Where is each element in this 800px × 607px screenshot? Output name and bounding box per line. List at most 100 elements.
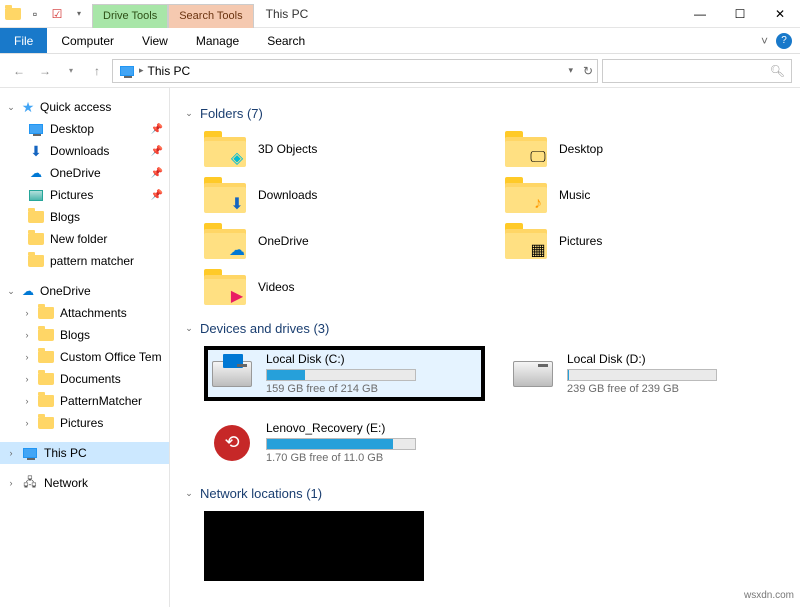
folder-item[interactable]: ◈ 3D Objects <box>204 131 485 167</box>
chevron-right-icon[interactable]: › <box>22 418 32 428</box>
search-input[interactable]: 🔍︎ <box>602 59 792 83</box>
chevron-down-icon[interactable]: ⌄ <box>184 323 194 334</box>
nav-recent-dropdown[interactable]: ▾ <box>60 60 82 82</box>
drive-free-text: 1.70 GB free of 11.0 GB <box>266 452 479 464</box>
sidebar-item[interactable]: › Custom Office Tem <box>0 346 169 368</box>
folder-label: Pictures <box>559 234 602 248</box>
drive-name: Lenovo_Recovery (E:) <box>266 421 479 435</box>
titlebar: ▫ ☑ ▾ Drive Tools Search Tools This PC —… <box>0 0 800 28</box>
sidebar-item[interactable]: ›PatternMatcher <box>0 390 169 412</box>
address-bar[interactable]: ▸ This PC ▾ ↻ <box>112 59 598 83</box>
address-location[interactable]: This PC <box>148 64 191 78</box>
sidebar-item[interactable]: ›Attachments <box>0 302 169 324</box>
sidebar-item-label: Custom Office Tem <box>60 350 162 364</box>
drive-item[interactable]: Local Disk (D:) 239 GB free of 239 GB <box>505 346 786 401</box>
ribbon-manage[interactable]: Manage <box>182 28 253 53</box>
sidebar-item[interactable]: › Pictures <box>0 412 169 434</box>
folder-item[interactable]: ♪Music <box>505 177 786 213</box>
folder-icon: 🖵 <box>505 131 547 167</box>
qat-dropdown[interactable]: ▾ <box>70 5 88 23</box>
sidebar-item[interactable]: Desktop📌 <box>0 118 169 140</box>
cloud-icon: ☁ <box>20 283 36 299</box>
nav-back[interactable]: ← <box>8 60 30 82</box>
drive-item[interactable]: ⟲Lenovo_Recovery (E:)1.70 GB free of 11.… <box>204 415 485 470</box>
sidebar-item-label: Blogs <box>60 328 90 342</box>
refresh-icon[interactable]: ↻ <box>583 64 593 78</box>
drive-item[interactable]: Local Disk (C:)159 GB free of 214 GB <box>204 346 485 401</box>
content-pane: ⌄ Folders (7) ◈ 3D Objects 🖵Desktop ⬇Downlo… <box>170 88 800 607</box>
navbar: ← → ▾ ↑ ▸ This PC ▾ ↻ 🔍︎ <box>0 54 800 88</box>
ribbon-search[interactable]: Search <box>253 28 319 53</box>
close-button[interactable]: ✕ <box>760 0 800 28</box>
sidebar-item-label: OneDrive <box>50 166 101 180</box>
qat-properties[interactable]: ▫ <box>26 5 44 23</box>
folder-icon: ▶ <box>204 269 246 305</box>
pin-icon: 📌 <box>151 190 163 201</box>
chevron-right-icon[interactable]: › <box>22 396 32 406</box>
chevron-right-icon[interactable]: › <box>22 330 32 340</box>
folder-item[interactable]: ▶ Videos <box>204 269 485 305</box>
folder-label: Music <box>559 188 590 202</box>
star-icon: ★ <box>20 99 36 115</box>
help-icon[interactable]: ? <box>776 33 792 49</box>
minimize-button[interactable]: — <box>680 0 720 28</box>
ribbon-file[interactable]: File <box>0 28 47 53</box>
nav-up[interactable]: ↑ <box>86 60 108 82</box>
folder-item[interactable]: ☁OneDrive <box>204 223 485 259</box>
folder-icon: ◈ <box>204 131 246 167</box>
folder-item[interactable]: ▦Pictures <box>505 223 786 259</box>
window-controls: — ☐ ✕ <box>680 0 800 28</box>
disk-icon <box>212 361 252 387</box>
folder-icon <box>38 371 54 387</box>
chevron-right-icon[interactable]: › <box>6 448 16 458</box>
address-dropdown-icon[interactable]: ▾ <box>568 65 573 76</box>
sidebar-onedrive[interactable]: ⌄ ☁ OneDrive <box>0 280 169 302</box>
chevron-right-icon[interactable]: › <box>22 308 32 318</box>
folder-icon <box>38 393 54 409</box>
folder-icon <box>38 415 54 431</box>
pic-icon <box>28 187 44 203</box>
sidebar-item[interactable]: ›Documents <box>0 368 169 390</box>
sidebar-item[interactable]: pattern matcher <box>0 250 169 272</box>
ribbon-view[interactable]: View <box>128 28 182 53</box>
folder-item[interactable]: 🖵Desktop <box>505 131 786 167</box>
sidebar-item[interactable]: Pictures📌 <box>0 184 169 206</box>
drive-free-text: 239 GB free of 239 GB <box>567 383 780 395</box>
chevron-right-icon[interactable]: › <box>22 352 32 362</box>
folder-item[interactable]: ⬇Downloads <box>204 177 485 213</box>
context-tab-search[interactable]: Search Tools <box>168 4 253 28</box>
sidebar-item[interactable]: Blogs <box>0 206 169 228</box>
sidebar-item[interactable]: › Blogs <box>0 324 169 346</box>
ribbon-computer[interactable]: Computer <box>47 28 128 53</box>
chevron-down-icon[interactable]: ⌄ <box>6 286 16 297</box>
folder-label: OneDrive <box>258 234 309 248</box>
sidebar-network[interactable]: › 🖧 Network <box>0 472 169 494</box>
folder-label: 3D Objects <box>258 142 317 156</box>
context-tab-drive[interactable]: Drive Tools <box>92 4 168 28</box>
chevron-down-icon[interactable]: ⌄ <box>184 488 194 499</box>
pc-icon <box>22 445 38 461</box>
explorer-icon <box>4 5 22 23</box>
pin-icon: 📌 <box>151 168 163 179</box>
network-location-redacted[interactable] <box>204 511 424 581</box>
drive-name: Local Disk (D:) <box>567 352 780 366</box>
sidebar-item[interactable]: New folder <box>0 228 169 250</box>
chevron-right-icon[interactable]: › <box>6 478 16 488</box>
ribbon-expand-icon[interactable]: ˅ <box>761 34 768 48</box>
section-network-header[interactable]: ⌄ Network locations (1) <box>184 486 786 501</box>
maximize-button[interactable]: ☐ <box>720 0 760 28</box>
sidebar-item[interactable]: ☁OneDrive📌 <box>0 162 169 184</box>
section-folders-header[interactable]: ⌄ Folders (7) <box>184 106 786 121</box>
chevron-down-icon[interactable]: ⌄ <box>6 102 16 113</box>
chevron-right-icon[interactable]: ▸ <box>139 65 144 76</box>
chevron-right-icon[interactable]: › <box>22 374 32 384</box>
sidebar-this-pc[interactable]: › This PC <box>0 442 169 464</box>
sidebar-item[interactable]: ⬇Downloads📌 <box>0 140 169 162</box>
sidebar-item-label: Pictures <box>60 416 103 430</box>
chevron-down-icon[interactable]: ⌄ <box>184 108 194 119</box>
section-drives-header[interactable]: ⌄ Devices and drives (3) <box>184 321 786 336</box>
folder-label: Videos <box>258 280 294 294</box>
qat-checkbox-icon[interactable]: ☑ <box>48 5 66 23</box>
nav-forward[interactable]: → <box>34 60 56 82</box>
sidebar-quick-access[interactable]: ⌄ ★ Quick access <box>0 96 169 118</box>
